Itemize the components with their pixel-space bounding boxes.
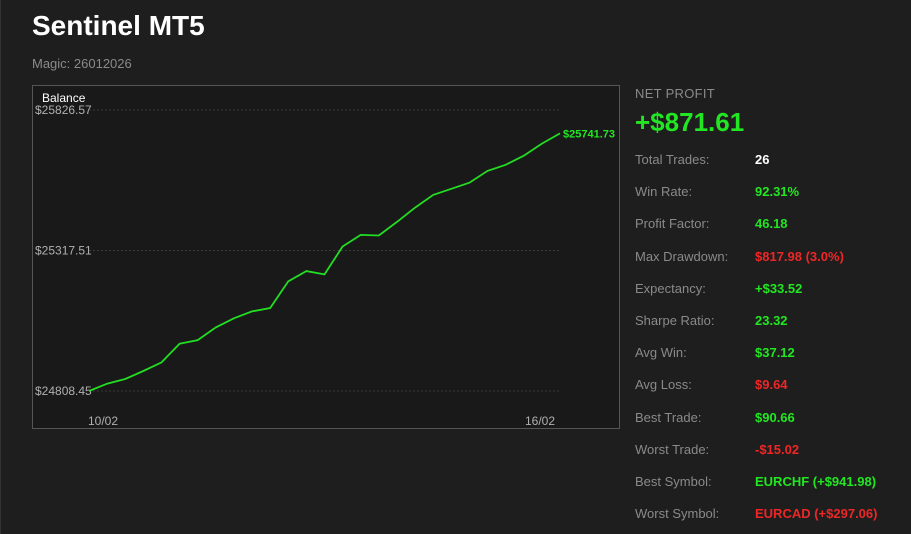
stat-label: Win Rate: [635, 184, 693, 200]
stat-row: Max Drawdown: $817.98 (3.0%) [635, 249, 911, 269]
stat-label: Best Trade: [635, 409, 702, 425]
stat-label: Profit Factor: [635, 216, 710, 232]
stat-value: -$15.02 [755, 441, 800, 457]
stat-label: Total Trades: [635, 152, 710, 167]
stat-value: 46.18 [755, 216, 788, 232]
report-window: Sentinel MT5 Magic: 26012026 Balance $258… [0, 0, 911, 534]
stat-value: +$33.52 [755, 280, 803, 296]
magic-number: Magic: 26012026 [32, 56, 132, 71]
stat-label: Best Symbol: [635, 474, 712, 489]
stat-label: Sharpe Ratio: [635, 313, 715, 328]
stat-value: 92.31% [755, 184, 800, 200]
stat-row: Expectancy: +$33.52 [635, 281, 911, 301]
stat-row: Profit Factor: 46.18 [635, 216, 911, 236]
balance-chart-svg: Balance$25826.57$25317.51$24808.4510/02 1… [35, 91, 615, 428]
stat-value: $90.66 [755, 409, 795, 425]
net-profit-label: NET PROFIT [635, 86, 716, 101]
stat-value: EURCAD (+$297.06) [755, 506, 878, 522]
stat-label: Avg Win: [635, 345, 687, 361]
stat-label: Avg Loss: [635, 377, 692, 393]
stat-row: Worst Trade: -$15.02 [635, 442, 911, 462]
x-tick-label: 16/02 [525, 414, 555, 428]
stat-value: $817.98 (3.0%) [755, 248, 844, 264]
stat-value: $37.12 [755, 345, 795, 361]
stat-value: $9.64 [755, 377, 788, 393]
stat-value: 26 [755, 152, 770, 167]
stat-value: 23.32 [755, 313, 788, 328]
stat-row: Total Trades: 26 [635, 152, 911, 172]
balance-chart: Balance $25826.57 $25317.51 $24808.45 10/02 1… [32, 85, 620, 429]
stats-panel: NET PROFIT +$871.61 Total Trades: 26 Win R… [635, 86, 911, 521]
stat-label: Worst Symbol: [635, 506, 720, 522]
stat-label: Worst Trade: [635, 441, 710, 457]
y-tick-label: $25317.51 [35, 244, 92, 258]
page-title: Sentinel MT5 [32, 10, 205, 41]
stat-row: Worst Symbol: EURCAD (+$297.06) [635, 506, 911, 526]
y-tick-label: $25826.57 [35, 103, 92, 117]
stat-label: Expectancy: [635, 280, 706, 296]
stat-row: Best Trade: $90.66 [635, 410, 911, 430]
end-balance-label: $25741.73 [563, 128, 615, 140]
x-tick-label: 10/02 [88, 414, 118, 428]
y-tick-label: $24808.45 [35, 384, 92, 398]
balance-line [88, 132, 561, 392]
net-profit-value: +$871.61 [635, 107, 745, 137]
stat-value: EURCHF (+$941.98) [755, 474, 877, 489]
stat-row: Sharpe Ratio: 23.32 [635, 313, 911, 333]
stat-row: Best Symbol: EURCHF (+$941.98) [635, 474, 911, 494]
stat-row: Avg Win: $37.12 [635, 345, 911, 365]
stat-row: Avg Loss: $9.64 [635, 377, 911, 397]
stat-row: Win Rate: 92.31% [635, 184, 911, 204]
stat-label: Max Drawdown: [635, 248, 729, 264]
